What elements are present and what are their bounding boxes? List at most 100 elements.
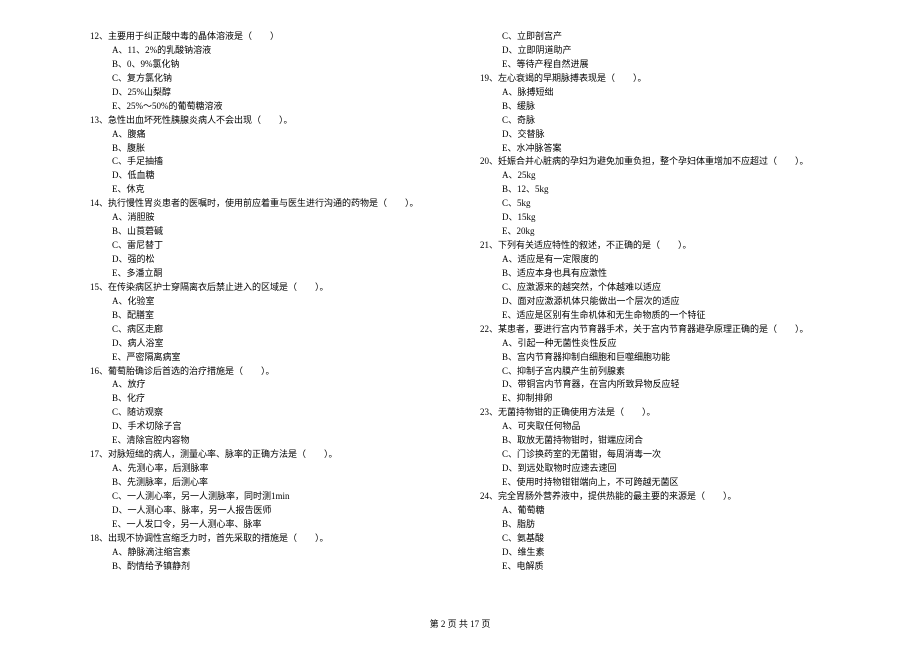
option-line: D、低血糖 (90, 169, 440, 183)
option-letter: D、 (502, 296, 518, 306)
option-letter: E、 (502, 561, 517, 571)
option-text: 手足抽搐 (127, 156, 163, 166)
option-text: 15kg (518, 212, 536, 222)
option-line: C、门诊换药室的无菌钳，每周消毒一次 (480, 448, 830, 462)
option-text: 强的松 (128, 254, 155, 264)
option-letter: A、 (502, 170, 518, 180)
question-number: 16、 (90, 366, 108, 376)
option-text: 11、2%的乳酸钠溶液 (128, 45, 212, 55)
option-letter: E、 (112, 519, 127, 529)
question-line: 21、下列有关适应特性的叙述，不正确的是（ ）。 (480, 239, 830, 253)
option-line: A、脉搏短绌 (480, 86, 830, 100)
option-line: B、脂肪 (480, 518, 830, 532)
option-text: 抑制排卵 (517, 393, 553, 403)
option-letter: D、 (112, 338, 128, 348)
option-letter: C、 (502, 533, 517, 543)
option-line: E、水冲脉答案 (480, 142, 830, 156)
question-line: 22、某患者，要进行宫内节育器手术，关于宫内节育器避孕原理正确的是（ ）。 (480, 323, 830, 337)
question-line: 14、执行慢性胃炎患者的医嘱时，使用前应着重与医生进行沟通的药物是（ ）。 (90, 197, 440, 211)
question-line: 13、急性出血坏死性胰腺炎病人不会出现（ ）。 (90, 114, 440, 128)
question-text: 葡萄胎确诊后首选的治疗措施是（ ）。 (108, 366, 275, 376)
option-letter: C、 (502, 366, 517, 376)
option-line: A、化验室 (90, 295, 440, 309)
option-line: A、静脉滴注缩宫素 (90, 546, 440, 560)
option-line: B、酌情给予镇静剂 (90, 560, 440, 574)
option-line: A、25kg (480, 169, 830, 183)
option-text: 到远处取物时应速去速回 (518, 463, 617, 473)
option-letter: A、 (502, 421, 518, 431)
question-number: 19、 (480, 73, 498, 83)
option-line: B、宫内节育器抑制白细胞和巨噬细胞功能 (480, 351, 830, 365)
option-line: C、5kg (480, 197, 830, 211)
question-text: 主要用于纠正酸中毒的晶体溶液是（ ） (108, 31, 279, 41)
option-letter: A、 (112, 296, 128, 306)
option-line: D、一人测心率、脉率，另一人报告医师 (90, 504, 440, 518)
option-line: C、复方氯化钠 (90, 72, 440, 86)
question-number: 23、 (480, 407, 498, 417)
option-letter: B、 (112, 561, 127, 571)
option-text: 25%～50%的葡萄糖溶液 (127, 101, 223, 111)
option-line: D、手术切除子宫 (90, 420, 440, 434)
option-text: 腹胀 (127, 143, 145, 153)
option-letter: B、 (502, 184, 517, 194)
option-letter: D、 (112, 170, 128, 180)
option-text: 奇脉 (517, 115, 535, 125)
option-letter: E、 (502, 393, 517, 403)
option-text: 适应本身也具有应激性 (517, 268, 607, 278)
option-text: 0、9%氯化钠 (127, 59, 180, 69)
option-letter: B、 (112, 477, 127, 487)
option-line: B、0、9%氯化钠 (90, 58, 440, 72)
option-line: C、奇脉 (480, 114, 830, 128)
option-text: 雷尼替丁 (127, 240, 163, 250)
option-line: E、20kg (480, 225, 830, 239)
option-text: 一人测心率、脉率，另一人报告医师 (128, 505, 272, 515)
option-text: 引起一种无菌性炎性反应 (518, 338, 617, 348)
option-line: A、先测心率，后测脉率 (90, 462, 440, 476)
option-letter: B、 (502, 101, 517, 111)
option-letter: E、 (112, 184, 127, 194)
option-line: D、强的松 (90, 253, 440, 267)
question-text: 某患者，要进行宫内节育器手术，关于宫内节育器避孕原理正确的是（ ）。 (498, 324, 809, 334)
option-text: 清除宫腔内容物 (127, 435, 190, 445)
question-number: 20、 (480, 156, 498, 166)
option-letter: A、 (502, 87, 518, 97)
option-line: E、25%～50%的葡萄糖溶液 (90, 100, 440, 114)
option-line: D、面对应激源机体只能做出一个层次的适应 (480, 295, 830, 309)
option-letter: A、 (502, 254, 518, 264)
option-letter: C、 (502, 449, 517, 459)
option-text: 化疗 (127, 393, 145, 403)
option-text: 先测脉率，后测心率 (127, 477, 208, 487)
option-text: 水冲脉答案 (517, 143, 562, 153)
question-number: 12、 (90, 31, 108, 41)
option-text: 20kg (517, 226, 535, 236)
question-number: 17、 (90, 449, 108, 459)
question-line: 12、主要用于纠正酸中毒的晶体溶液是（ ） (90, 30, 440, 44)
option-line: C、一人测心率，另一人测脉率，同时测1min (90, 490, 440, 504)
option-line: E、严密隔离病室 (90, 351, 440, 365)
question-text: 对脉短绌的病人，测量心率、脉率的正确方法是（ ）。 (108, 449, 338, 459)
question-text: 执行慢性胃炎患者的医嘱时，使用前应着重与医生进行沟通的药物是（ ）。 (108, 198, 419, 208)
option-text: 门诊换药室的无菌钳，每周消毒一次 (517, 449, 661, 459)
question-line: 23、无菌持物钳的正确使用方法是（ ）。 (480, 406, 830, 420)
option-letter: C、 (502, 31, 517, 41)
option-letter: B、 (502, 352, 517, 362)
option-text: 先测心率，后测脉率 (128, 463, 209, 473)
option-line: B、适应本身也具有应激性 (480, 267, 830, 281)
left-column: 12、主要用于纠正酸中毒的晶体溶液是（ ）A、11、2%的乳酸钠溶液B、0、9%… (90, 30, 440, 574)
option-line: C、应激源来的越突然，个体越难以适应 (480, 281, 830, 295)
option-line: D、15kg (480, 211, 830, 225)
option-text: 配膳室 (127, 310, 154, 320)
option-text: 交替脉 (518, 129, 545, 139)
question-number: 24、 (480, 491, 498, 501)
option-text: 25kg (518, 170, 536, 180)
option-line: B、取放无菌持物钳时，钳端应闭合 (480, 434, 830, 448)
option-text: 低血糖 (128, 170, 155, 180)
option-letter: A、 (112, 547, 128, 557)
option-letter: B、 (112, 59, 127, 69)
option-text: 化验室 (128, 296, 155, 306)
option-letter: A、 (112, 463, 128, 473)
question-line: 19、左心衰竭的早期脉搏表现是（ ）。 (480, 72, 830, 86)
option-line: D、交替脉 (480, 128, 830, 142)
question-text: 左心衰竭的早期脉搏表现是（ ）。 (498, 73, 647, 83)
option-letter: D、 (502, 212, 518, 222)
